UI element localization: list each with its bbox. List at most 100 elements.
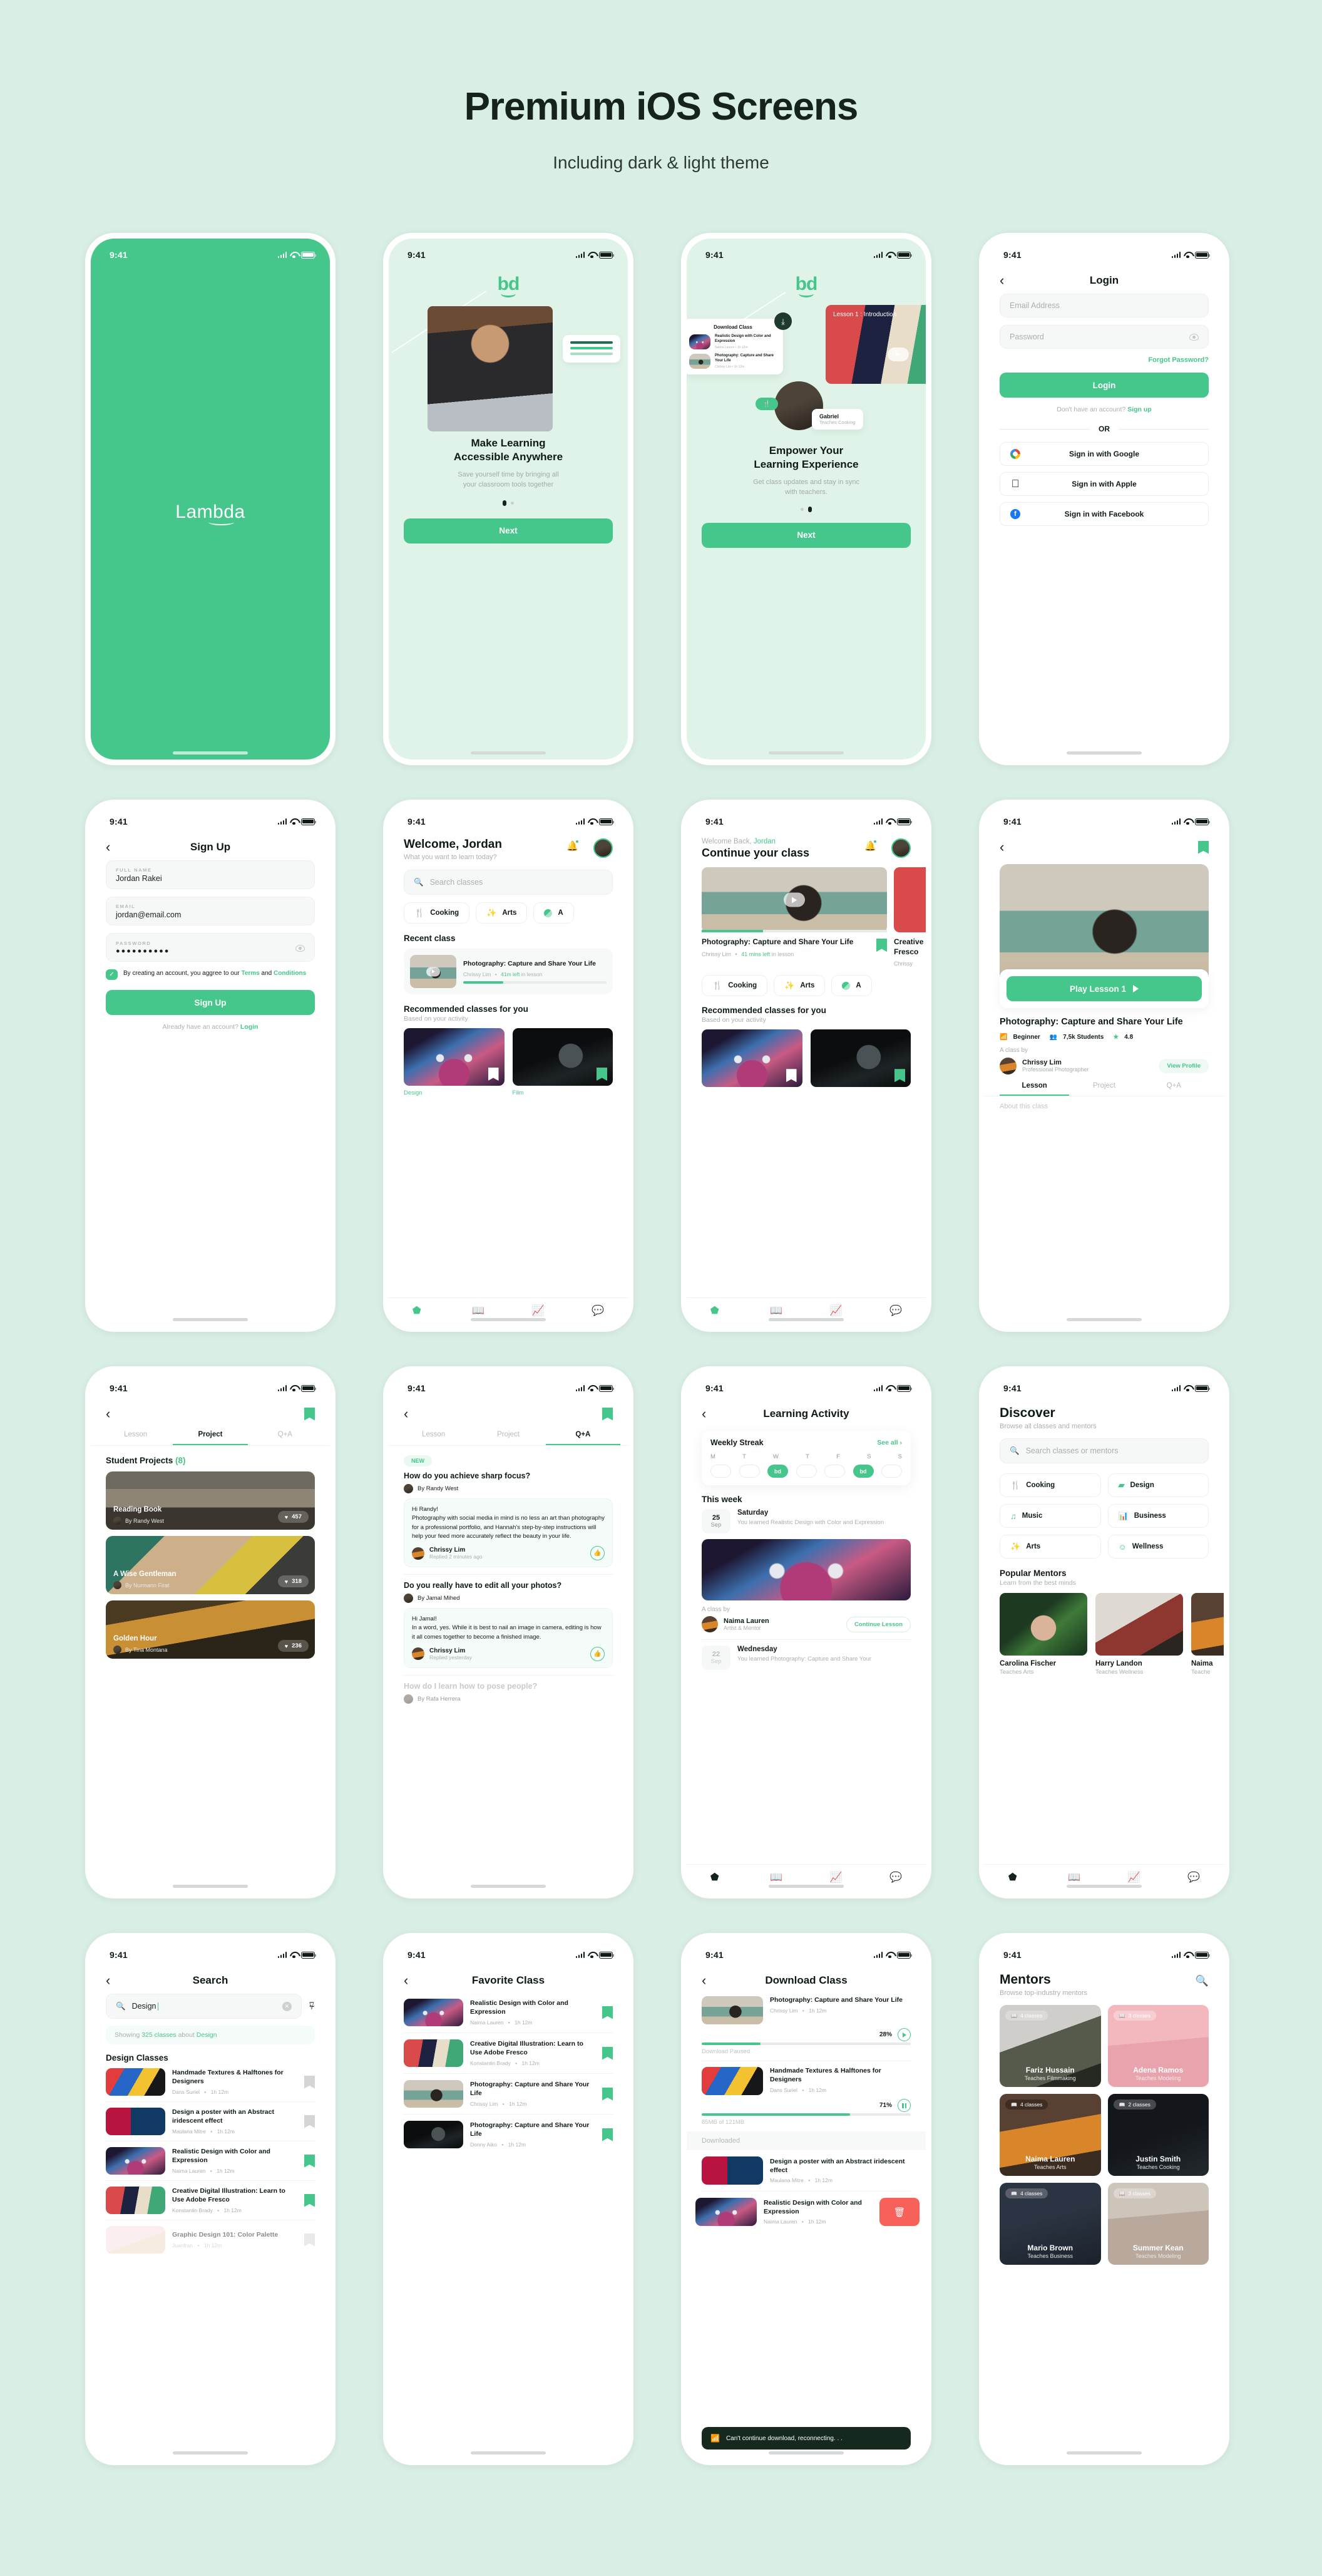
tab-activity[interactable]: 📈 — [532, 1304, 545, 1316]
continue-card[interactable]: Photography: Capture and Share Your Life… — [702, 867, 887, 967]
bookmark-icon[interactable] — [786, 1069, 797, 1083]
tab-qa[interactable]: Q+A — [248, 1431, 322, 1445]
continue-lesson-button[interactable]: Continue Lesson — [846, 1616, 911, 1632]
bookmark-icon[interactable] — [894, 1069, 905, 1083]
back-icon[interactable]: ‹ — [404, 1407, 420, 1421]
filter-icon[interactable]: ⍫ — [309, 2000, 315, 2012]
bookmark-icon[interactable] — [597, 1068, 607, 1081]
class-row[interactable]: Graphic Design 101: Color Palette Juanfr… — [91, 2220, 330, 2254]
password-input[interactable]: Password — [1000, 325, 1209, 349]
class-row[interactable]: Realistic Design with Color and Expressi… — [389, 1994, 628, 2026]
chip-arts[interactable]: ✨ Arts — [476, 902, 528, 924]
fullname-field[interactable]: FULL NAME Jordan Rakei — [106, 860, 315, 889]
tab-qa[interactable]: Q+A — [1139, 1082, 1209, 1096]
rec-card[interactable]: Design — [404, 1028, 505, 1096]
class-row[interactable]: Design a poster with an Abstract iridesc… — [91, 2102, 330, 2135]
eye-icon[interactable] — [1189, 333, 1199, 341]
bookmark-icon[interactable] — [304, 1407, 315, 1421]
pagination-dots[interactable] — [389, 500, 628, 506]
project-card[interactable]: Reading Book By Randy West ♥ 457 — [106, 1471, 315, 1530]
next-button[interactable]: Next — [404, 518, 613, 544]
project-card[interactable]: A Wise Gentleman By Nurmann Firat ♥ 318 — [106, 1536, 315, 1594]
notification-bell-icon[interactable]: 🔔 — [566, 840, 579, 852]
tab-library[interactable]: 📖 — [472, 1304, 484, 1316]
pause-icon[interactable] — [898, 2099, 911, 2112]
category-design[interactable]: ▰ Design — [1107, 1473, 1209, 1497]
back-icon[interactable]: ‹ — [106, 1407, 122, 1421]
tab-home[interactable]: ⬟ — [1008, 1871, 1021, 1883]
terms-checkbox[interactable]: ✓ — [106, 969, 118, 980]
streak-day-done[interactable]: bd — [853, 1465, 874, 1478]
tab-home[interactable]: ⬟ — [412, 1304, 425, 1316]
bookmark-icon[interactable] — [602, 2006, 613, 2019]
password-field[interactable]: PASSWORD ●●●●●●●●●● — [106, 933, 315, 962]
tab-activity[interactable]: 📈 — [830, 1871, 843, 1883]
chip-all[interactable]: A — [831, 975, 872, 997]
bookmark-icon[interactable] — [304, 2115, 315, 2128]
streak-day[interactable] — [881, 1465, 902, 1478]
search-icon[interactable]: 🔍 — [1196, 1975, 1209, 1987]
chip-cooking[interactable]: 🍴 Cooking — [702, 975, 768, 997]
bookmark-icon[interactable] — [304, 2193, 315, 2207]
avatar[interactable] — [593, 838, 613, 858]
streak-day[interactable] — [796, 1465, 817, 1478]
facebook-signin-button[interactable]: f Sign in with Facebook — [1000, 502, 1209, 526]
class-row[interactable]: Photography: Capture and Share Your Life… — [389, 2074, 628, 2108]
chip-cooking[interactable]: 🍴 Cooking — [404, 902, 470, 924]
bookmark-icon[interactable] — [304, 2233, 315, 2247]
streak-day-done[interactable]: bd — [767, 1465, 788, 1478]
bookmark-icon[interactable] — [602, 2128, 613, 2141]
notification-bell-icon[interactable]: 🔔 — [864, 840, 877, 852]
back-icon[interactable]: ‹ — [1000, 274, 1016, 287]
category-music[interactable]: ♫ Music — [1000, 1504, 1101, 1528]
signup-button[interactable]: Sign Up — [106, 990, 315, 1015]
category-business[interactable]: 📊 Business — [1107, 1504, 1209, 1528]
tab-chat[interactable]: 💬 — [1187, 1871, 1200, 1883]
streak-day[interactable] — [739, 1465, 760, 1478]
login-link[interactable]: Login — [240, 1023, 259, 1031]
class-row[interactable]: Creative Digital Illustration: Learn to … — [91, 2181, 330, 2214]
tab-home[interactable]: ⬟ — [710, 1871, 723, 1883]
delete-icon[interactable]: 🗑 — [879, 2198, 920, 2226]
tab-lesson[interactable]: Lesson — [98, 1431, 173, 1445]
tab-lesson[interactable]: Lesson — [396, 1431, 471, 1445]
bookmark-icon[interactable] — [602, 1407, 613, 1421]
bookmark-icon[interactable] — [602, 2046, 613, 2060]
tab-library[interactable]: 📖 — [770, 1871, 782, 1883]
next-button[interactable]: Next — [702, 522, 911, 548]
bookmark-icon[interactable] — [1198, 840, 1209, 854]
mentor-card[interactable]: 📖 4 classes Naima Lauren Teaches Arts — [1000, 2094, 1101, 2176]
class-row[interactable]: Photography: Capture and Share Your Life… — [389, 2115, 628, 2148]
bookmark-icon[interactable] — [876, 939, 887, 952]
downloaded-item[interactable]: Design a poster with an Abstract iridesc… — [687, 2150, 926, 2185]
tab-qa[interactable]: Q+A — [545, 1431, 620, 1445]
google-signin-button[interactable]: Sign in with Google — [1000, 442, 1209, 466]
play-icon[interactable] — [426, 967, 440, 976]
tab-project[interactable]: Project — [1069, 1082, 1139, 1096]
tab-activity[interactable]: 📈 — [1128, 1871, 1140, 1883]
signup-link[interactable]: Sign up — [1127, 406, 1152, 413]
chip-arts[interactable]: ✨ Arts — [774, 975, 826, 997]
rec-card[interactable] — [810, 1029, 911, 1088]
terms-link[interactable]: Terms — [241, 970, 259, 977]
bookmark-icon[interactable] — [602, 2087, 613, 2101]
back-icon[interactable]: ‹ — [106, 840, 122, 854]
clear-icon[interactable]: ✕ — [282, 2001, 292, 2011]
play-icon[interactable] — [887, 348, 909, 362]
mentor-card[interactable]: Harry Landon Teaches Wellness — [1095, 1593, 1183, 1676]
tab-project[interactable]: Project — [173, 1431, 248, 1445]
class-row[interactable]: Realistic Design with Color and Expressi… — [91, 2141, 330, 2175]
back-icon[interactable]: ‹ — [702, 1974, 718, 1987]
streak-day[interactable] — [710, 1465, 731, 1478]
email-field[interactable]: EMAIL jordan@email.com — [106, 897, 315, 925]
rec-card[interactable]: Film — [512, 1028, 613, 1096]
forgot-password-link[interactable]: Forgot Password? — [985, 356, 1224, 364]
dot-1[interactable] — [503, 500, 506, 506]
back-icon[interactable]: ‹ — [1000, 840, 1016, 854]
avatar[interactable] — [891, 838, 911, 858]
tab-library[interactable]: 📖 — [1068, 1871, 1080, 1883]
entry-image[interactable] — [702, 1539, 911, 1600]
play-icon[interactable] — [784, 892, 805, 907]
dot-2[interactable] — [808, 506, 812, 512]
tab-chat[interactable]: 💬 — [592, 1304, 604, 1316]
